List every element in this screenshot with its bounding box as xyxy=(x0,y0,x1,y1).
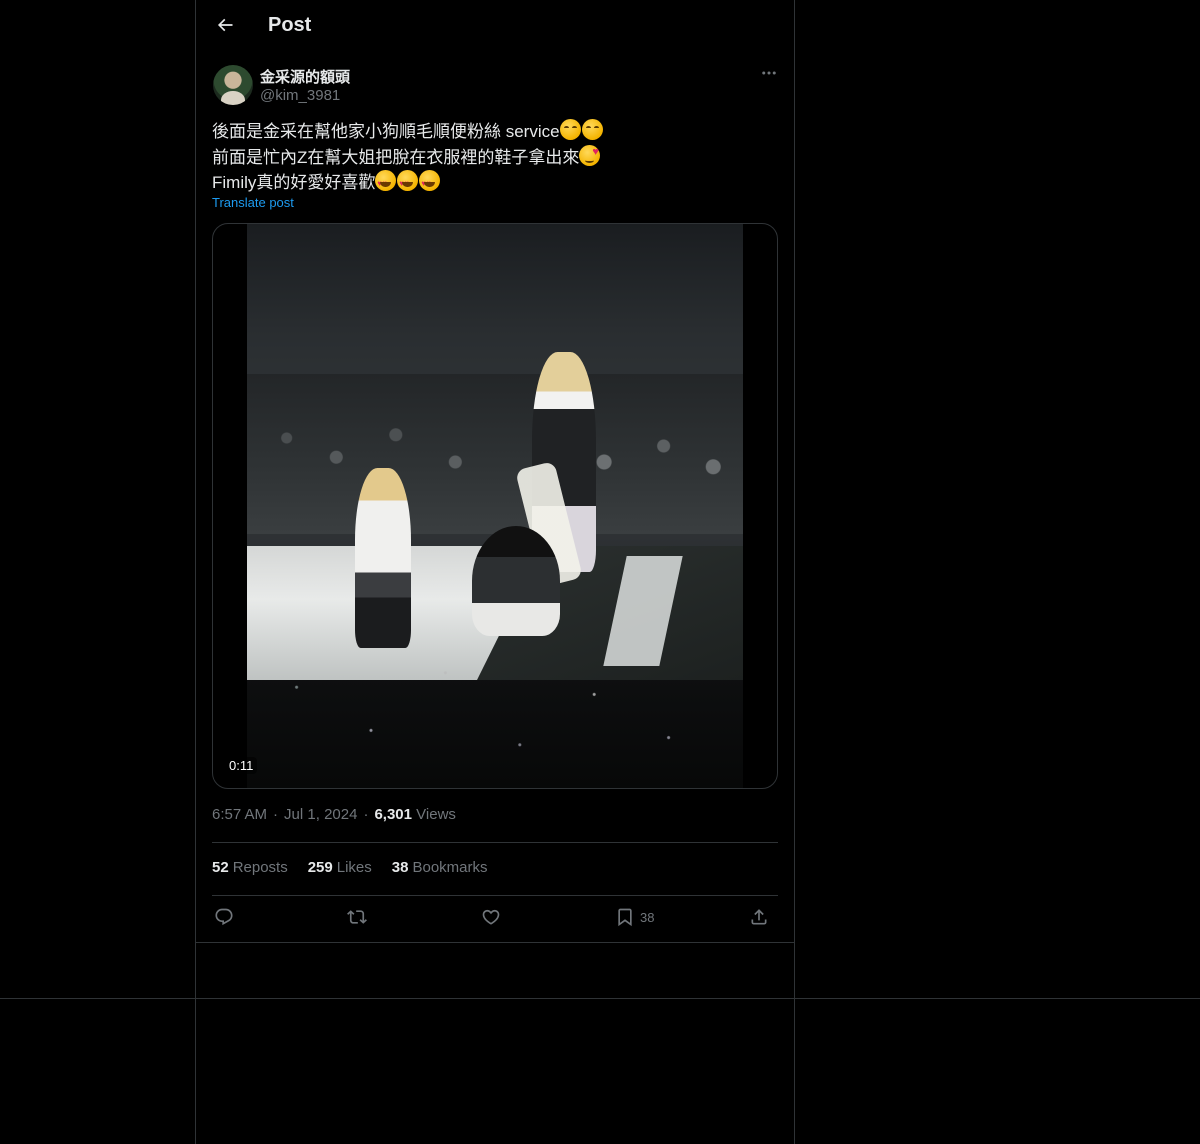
video-crowd xyxy=(247,374,743,534)
heart-eyes-icon xyxy=(375,170,397,197)
share-button[interactable] xyxy=(749,907,769,927)
repost-icon xyxy=(347,907,367,927)
likes-stat[interactable]: 259 Likes xyxy=(308,859,372,876)
reposts-stat[interactable]: 52 Reposts xyxy=(212,859,288,876)
divider xyxy=(212,895,778,896)
action-bar: 38 xyxy=(212,905,778,935)
post-stats: 52 Reposts 259 Likes 38 Bookmarks xyxy=(212,859,488,876)
post-meta: 6:57 AM · Jul 1, 2024 · 6,301 Views xyxy=(212,806,456,823)
main-column: Post 金采源的額頭 @kim_3981 後面是金采在幫他家小狗順毛順便粉絲 … xyxy=(195,0,795,1144)
bookmark-count: 38 xyxy=(640,909,655,925)
post-text-line-3: Fimily真的好愛好喜歡 xyxy=(212,173,376,192)
translate-post-link[interactable]: Translate post xyxy=(212,195,294,210)
likes-label: Likes xyxy=(336,859,372,876)
heart-eyes-icon xyxy=(419,170,441,197)
video-performer xyxy=(472,526,560,636)
video-frame xyxy=(247,224,743,788)
avatar[interactable] xyxy=(213,65,253,105)
post-text-line-1: 後面是金采在幫他家小狗順毛順便粉絲 service xyxy=(212,122,560,141)
author-display-name[interactable]: 金采源的額頭 xyxy=(260,66,350,87)
bookmarks-count: 38 xyxy=(391,859,409,876)
kissing-face-icon xyxy=(581,119,603,140)
arrow-left-icon xyxy=(215,15,235,40)
video-confetti xyxy=(247,644,743,788)
bookmarks-label: Bookmarks xyxy=(412,859,488,876)
post-text: 後面是金采在幫他家小狗順毛順便粉絲 service 前面是忙內Z在幫大姐把脫在衣… xyxy=(212,119,778,197)
meta-separator: · xyxy=(363,806,369,823)
heart-icon xyxy=(481,907,501,927)
more-dots-icon xyxy=(760,64,778,87)
reposts-count: 52 xyxy=(212,859,229,876)
page: Post 金采源的額頭 @kim_3981 後面是金采在幫他家小狗順毛順便粉絲 … xyxy=(0,0,1200,1144)
post-time[interactable]: 6:57 AM xyxy=(212,806,267,823)
reposts-label: Reposts xyxy=(232,859,288,876)
bookmarks-stat[interactable]: 38 Bookmarks xyxy=(392,859,488,876)
post-text-line: 前面是忙內Z在幫大姐把脫在衣服裡的鞋子拿出來 xyxy=(212,140,778,171)
heart-eyes-icon xyxy=(397,170,419,197)
video-duration: 0:11 xyxy=(225,757,258,774)
post-text-line: Fimily真的好愛好喜歡 xyxy=(212,170,778,197)
divider xyxy=(0,998,1200,999)
repost-button[interactable] xyxy=(347,907,367,927)
post-text-line: 後面是金采在幫他家小狗順毛順便粉絲 service xyxy=(212,119,778,145)
reply-icon xyxy=(214,907,234,927)
author-handle[interactable]: @kim_3981 xyxy=(260,87,340,104)
video-player[interactable]: 0:11 xyxy=(212,223,778,789)
views-count: 6,301 xyxy=(374,806,412,823)
bookmark-icon xyxy=(615,907,635,927)
post-text-line-2: 前面是忙內Z在幫大姐把脫在衣服裡的鞋子拿出來 xyxy=(212,147,580,167)
reply-button[interactable] xyxy=(214,907,234,927)
views-label: Views xyxy=(416,806,456,823)
post-date[interactable]: Jul 1, 2024 xyxy=(284,806,357,823)
more-options-button[interactable] xyxy=(756,64,782,86)
likes-count: 259 xyxy=(307,859,333,876)
share-icon xyxy=(749,907,769,927)
back-button[interactable] xyxy=(208,10,242,44)
meta-separator: · xyxy=(273,806,279,823)
smiling-face-with-hearts-icon xyxy=(579,140,601,166)
kissing-face-icon xyxy=(559,119,581,140)
top-bar: Post xyxy=(196,0,794,53)
divider xyxy=(212,842,778,843)
bookmark-button[interactable]: 38 xyxy=(615,907,654,927)
page-title: Post xyxy=(268,14,312,36)
video-performer xyxy=(355,468,411,648)
divider xyxy=(196,942,794,943)
like-button[interactable] xyxy=(481,907,501,927)
